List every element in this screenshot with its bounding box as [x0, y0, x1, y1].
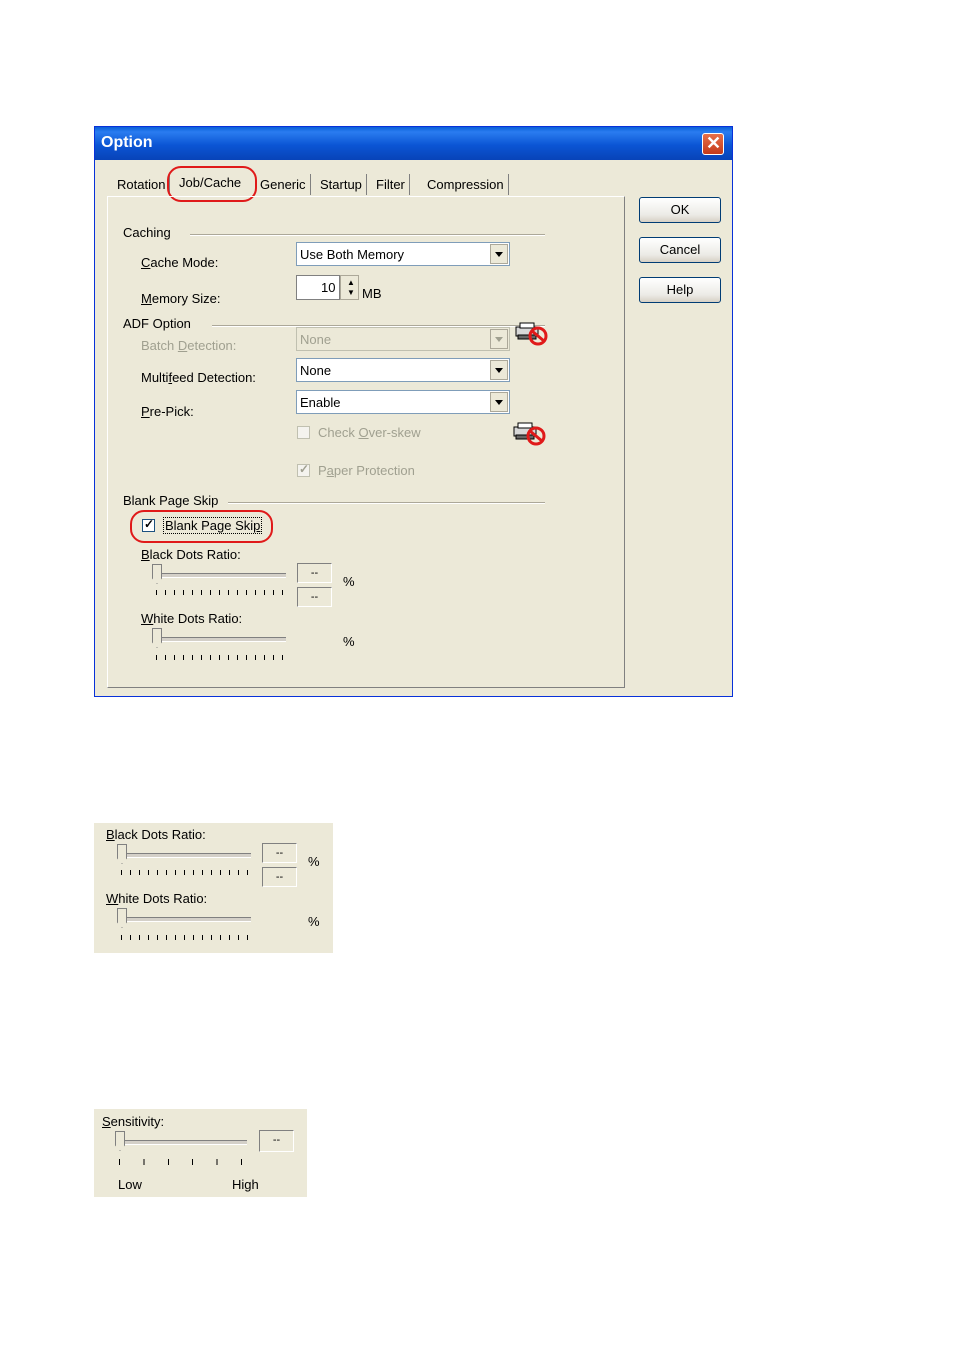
memory-size-value: 10 — [321, 280, 336, 295]
checkmark-icon: ✓ — [144, 517, 155, 531]
blank-page-group-label: Blank Page Skip — [123, 493, 219, 508]
black-dots-ticks — [156, 590, 284, 595]
cache-mode-select[interactable]: Use Both Memory — [296, 242, 510, 266]
memory-unit: MB — [362, 286, 382, 301]
sensitivity-slider-thumb[interactable] — [115, 1131, 125, 1151]
white-dots-label: White Dots Ratio: — [106, 891, 208, 906]
white-dots-ticks — [156, 655, 284, 660]
title-bar: Option ✕ — [95, 127, 732, 160]
white-dots-percent: % — [343, 634, 355, 649]
blank-page-skip-label[interactable]: Blank Page Skip — [163, 517, 263, 534]
white-dots-track[interactable] — [121, 917, 251, 922]
scanner-no-icon — [512, 421, 546, 446]
tab-rotation[interactable]: Rotation — [113, 174, 171, 195]
dropdown-arrow-icon — [490, 329, 508, 349]
batch-detection-label: Batch Detection: — [141, 338, 237, 353]
black-dots-value-2: -- — [297, 587, 332, 607]
cache-mode-value: Use Both Memory — [300, 247, 405, 262]
white-dots-ticks — [121, 935, 249, 940]
black-dots-slider-thumb[interactable] — [152, 564, 162, 584]
tab-compression[interactable]: Compression — [423, 174, 509, 195]
tab-panel: Caching Cache Mode: Use Both Memory Memo… — [107, 196, 625, 688]
sensitivity-value: -- — [259, 1130, 294, 1152]
black-dots-percent: % — [343, 574, 355, 589]
sensitivity-track[interactable] — [119, 1140, 247, 1145]
black-dots-value-2: -- — [262, 867, 297, 887]
checkmark-icon: ✓ — [299, 462, 310, 476]
tab-startup[interactable]: Startup — [316, 174, 367, 195]
spin-up-icon[interactable]: ▲ — [347, 278, 355, 287]
sensitivity-ticks — [119, 1159, 244, 1165]
help-button[interactable]: Help — [639, 277, 721, 303]
ok-button[interactable]: OK — [639, 197, 721, 223]
sensitivity-label: Sensitivity: — [102, 1114, 165, 1129]
sensitivity-low-label: Low — [118, 1177, 142, 1192]
tab-filter[interactable]: Filter — [372, 174, 410, 195]
black-dots-track[interactable] — [156, 573, 286, 578]
spin-down-icon[interactable]: ▼ — [347, 288, 355, 297]
close-button[interactable]: ✕ — [702, 133, 724, 155]
memory-size-spinner[interactable]: ▲ ▼ — [340, 275, 359, 300]
caching-group-label: Caching — [123, 225, 171, 240]
batch-detection-value: None — [300, 332, 332, 347]
white-dots-slider-thumb[interactable] — [152, 628, 162, 648]
black-dots-value-1: -- — [297, 563, 332, 583]
black-dots-value-1: -- — [262, 843, 297, 863]
dropdown-arrow-icon[interactable] — [490, 392, 508, 412]
multifeed-value: None — [300, 363, 332, 378]
dropdown-arrow-icon[interactable] — [490, 244, 508, 264]
cache-mode-label: Cache Mode: — [141, 255, 219, 270]
pre-pick-value: Enable — [300, 395, 341, 410]
black-dots-percent: % — [308, 854, 320, 869]
check-overskew-label: Check Over-skew — [318, 425, 421, 440]
batch-detection-select: None — [296, 327, 510, 351]
paper-protection-label: Paper Protection — [318, 463, 415, 478]
scanner-no-icon — [514, 321, 548, 346]
black-dots-ticks — [121, 870, 249, 875]
multifeed-label: Multifeed Detection: — [141, 370, 256, 385]
check-overskew-checkbox — [297, 426, 310, 439]
black-dots-label: Black Dots Ratio: — [141, 547, 241, 562]
blank-page-divider — [228, 502, 545, 504]
dialog-title: Option — [101, 134, 153, 151]
paper-protection-checkbox: ✓ — [297, 462, 310, 477]
dropdown-arrow-icon[interactable] — [490, 360, 508, 380]
tab-generic[interactable]: Generic — [256, 174, 311, 195]
pre-pick-label: Pre-Pick: — [141, 404, 194, 419]
pre-pick-select[interactable]: Enable — [296, 390, 510, 414]
black-dots-label: Black Dots Ratio: — [106, 827, 206, 842]
caching-divider — [190, 234, 545, 236]
memory-size-label: Memory Size: — [141, 291, 221, 306]
sensitivity-high-label: High — [232, 1177, 259, 1192]
white-dots-slider-thumb[interactable] — [117, 908, 127, 928]
adf-group-label: ADF Option — [123, 316, 191, 331]
option-dialog: Option ✕ Rotation Job/Cache Generic Star… — [94, 126, 733, 697]
white-dots-track[interactable] — [156, 637, 286, 642]
black-dots-track[interactable] — [121, 853, 251, 858]
close-icon: ✕ — [706, 133, 722, 153]
white-dots-percent: % — [308, 914, 320, 929]
cancel-button[interactable]: Cancel — [639, 237, 721, 263]
blank-page-skip-checkbox[interactable]: ✓ — [142, 517, 155, 532]
sensitivity-snippet: Sensitivity: -- Low High — [94, 1109, 307, 1197]
dots-ratio-snippet: Black Dots Ratio: -- -- % White Dots Rat… — [94, 823, 333, 953]
black-dots-slider-thumb[interactable] — [117, 844, 127, 864]
memory-size-input[interactable]: 10 — [296, 275, 340, 300]
multifeed-select[interactable]: None — [296, 358, 510, 382]
white-dots-label: White Dots Ratio: — [141, 611, 243, 626]
